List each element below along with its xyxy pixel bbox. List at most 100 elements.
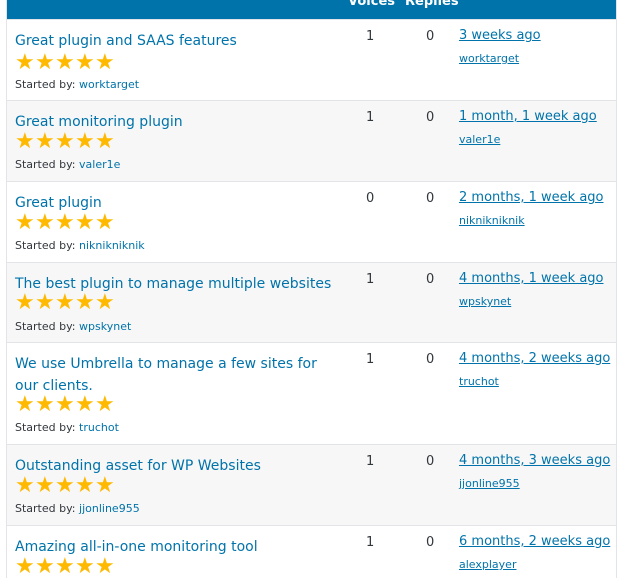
started-by: Started by: niknikniknik [15, 239, 145, 252]
started-by: Started by: truchot [15, 421, 119, 434]
star-icon: ★ [15, 392, 35, 417]
replies-count: 0 [426, 110, 435, 125]
started-by: Started by: worktarget [15, 78, 139, 91]
last-poster-link[interactable]: worktarget [459, 52, 519, 65]
replies-count: 0 [426, 352, 435, 367]
star-icon: ★ [95, 290, 115, 315]
freshness-link[interactable]: 4 months, 2 weeks ago [459, 351, 610, 366]
table-row: The best plugin to manage multiple websi… [7, 262, 616, 343]
star-rating: ★ ★ ★ ★ ★ [15, 392, 115, 417]
last-poster-link[interactable]: alexplayer [459, 558, 516, 571]
voices-count: 1 [366, 29, 375, 44]
table-row: We use Umbrella to manage a few sites fo… [7, 342, 616, 445]
star-rating: ★ ★ ★ ★ ★ [15, 290, 115, 315]
replies-column-header: Replies [405, 0, 459, 9]
star-icon: ★ [35, 50, 55, 75]
started-by: Started by: wpskynet [15, 320, 131, 333]
star-rating: ★ ★ ★ ★ ★ [15, 129, 115, 154]
author-link[interactable]: valer1e [79, 158, 120, 171]
author-link[interactable]: worktarget [79, 78, 139, 91]
star-rating: ★ ★ ★ ★ ★ [15, 473, 115, 498]
voices-count: 1 [366, 352, 375, 367]
freshness-link[interactable]: 4 months, 1 week ago [459, 271, 604, 286]
star-icon: ★ [95, 129, 115, 154]
voices-count: 1 [366, 454, 375, 469]
replies-count: 0 [426, 272, 435, 287]
star-rating: ★ ★ ★ ★ ★ [15, 50, 115, 75]
star-icon: ★ [75, 210, 95, 235]
replies-count: 0 [426, 191, 435, 206]
replies-count: 0 [426, 535, 435, 550]
star-icon: ★ [15, 290, 35, 315]
freshness-link[interactable]: 4 months, 3 weeks ago [459, 453, 610, 468]
star-icon: ★ [55, 210, 75, 235]
star-icon: ★ [35, 554, 55, 578]
star-rating: ★ ★ ★ ★ ★ [15, 210, 115, 235]
author-link[interactable]: truchot [79, 421, 119, 434]
star-icon: ★ [55, 290, 75, 315]
star-icon: ★ [35, 473, 55, 498]
started-by: Started by: jjonline955 [15, 502, 140, 515]
star-icon: ★ [35, 210, 55, 235]
voices-count: 0 [366, 191, 375, 206]
voices-count: 1 [366, 272, 375, 287]
table-row: Outstanding asset for WP Websites ★ ★ ★ ★ ★ … [7, 444, 616, 526]
started-by-label: Started by: [15, 320, 76, 333]
star-icon: ★ [95, 473, 115, 498]
last-poster-link[interactable]: truchot [459, 375, 499, 388]
star-icon: ★ [75, 129, 95, 154]
voices-column-header: Voices [348, 0, 395, 9]
star-icon: ★ [55, 473, 75, 498]
author-link[interactable]: niknikniknik [79, 239, 145, 252]
freshness-link[interactable]: 6 months, 2 weeks ago [459, 534, 610, 549]
star-icon: ★ [55, 554, 75, 578]
started-by-label: Started by: [15, 78, 76, 91]
replies-count: 0 [426, 454, 435, 469]
started-by-label: Started by: [15, 158, 76, 171]
freshness-link[interactable]: 3 weeks ago [459, 28, 541, 43]
voices-count: 1 [366, 535, 375, 550]
last-poster-link[interactable]: jjonline955 [459, 477, 520, 490]
star-icon: ★ [55, 129, 75, 154]
star-icon: ★ [15, 129, 35, 154]
star-icon: ★ [35, 392, 55, 417]
star-icon: ★ [75, 290, 95, 315]
star-icon: ★ [95, 210, 115, 235]
table-row: Amazing all-in-one monitoring tool ★ ★ ★ ★ ★… [7, 525, 616, 578]
star-icon: ★ [95, 554, 115, 578]
last-poster-link[interactable]: niknikniknik [459, 214, 525, 227]
started-by-label: Started by: [15, 502, 76, 515]
freshness-link[interactable]: 2 months, 1 week ago [459, 190, 604, 205]
star-icon: ★ [35, 290, 55, 315]
topic-title-link[interactable]: Great plugin and SAAS features [15, 30, 333, 52]
star-icon: ★ [75, 392, 95, 417]
star-icon: ★ [75, 554, 95, 578]
star-icon: ★ [55, 392, 75, 417]
author-link[interactable]: wpskynet [79, 320, 131, 333]
star-icon: ★ [15, 210, 35, 235]
star-icon: ★ [95, 50, 115, 75]
author-link[interactable]: jjonline955 [79, 502, 140, 515]
star-icon: ★ [15, 50, 35, 75]
star-icon: ★ [15, 473, 35, 498]
star-icon: ★ [75, 50, 95, 75]
star-icon: ★ [55, 50, 75, 75]
last-poster-link[interactable]: valer1e [459, 133, 500, 146]
topics-table: Voices Replies Great plugin and SAAS fea… [6, 0, 617, 578]
star-rating: ★ ★ ★ ★ ★ [15, 554, 115, 578]
last-poster-link[interactable]: wpskynet [459, 295, 511, 308]
star-icon: ★ [35, 129, 55, 154]
table-header: Voices Replies [7, 0, 616, 19]
table-row: Great plugin and SAAS features ★ ★ ★ ★ ★ Sta… [7, 19, 616, 101]
table-row: Great plugin ★ ★ ★ ★ ★ Started by: nikniknik… [7, 181, 616, 263]
star-icon: ★ [15, 554, 35, 578]
replies-count: 0 [426, 29, 435, 44]
freshness-link[interactable]: 1 month, 1 week ago [459, 109, 597, 124]
started-by: Started by: valer1e [15, 158, 120, 171]
voices-count: 1 [366, 110, 375, 125]
star-icon: ★ [95, 392, 115, 417]
started-by-label: Started by: [15, 239, 76, 252]
topic-title-link[interactable]: We use Umbrella to manage a few sites fo… [15, 353, 333, 397]
started-by-label: Started by: [15, 421, 76, 434]
table-row: Great monitoring plugin ★ ★ ★ ★ ★ Started by… [7, 100, 616, 182]
